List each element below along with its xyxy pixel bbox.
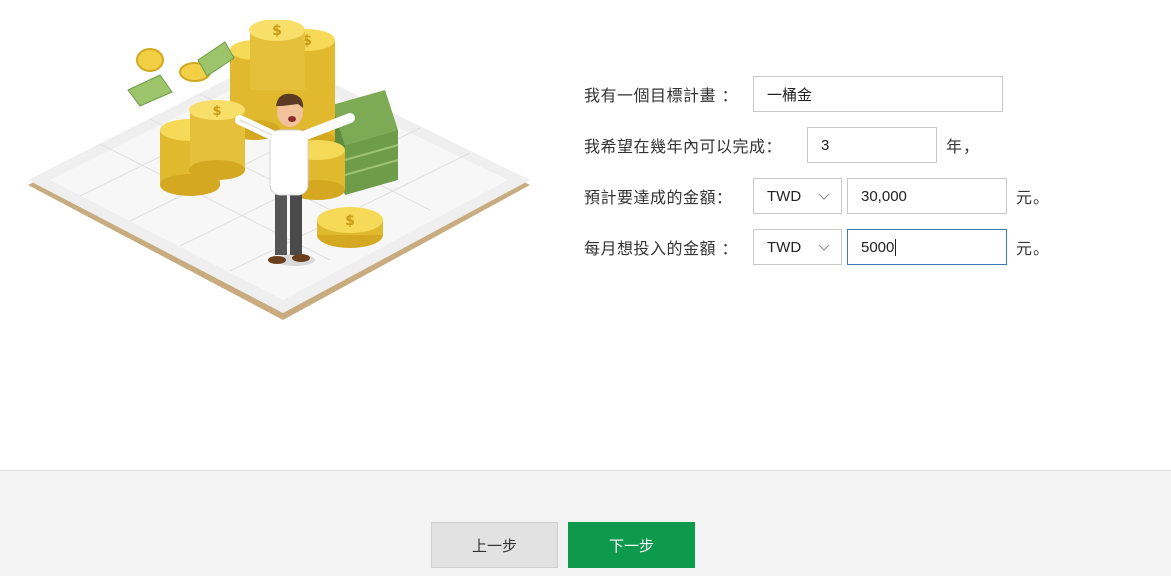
next-step-button[interactable]: 下一步: [568, 522, 695, 568]
monthly-amount-value: 5000: [861, 238, 895, 256]
goal-label: 我有一個目標計畫 ：: [584, 86, 739, 105]
target-amount-input[interactable]: [847, 178, 1007, 214]
goal-planner-page: $ $ $ $ 我有一個目標計畫 ： 一桶金 我希望在幾年內可以完成： 3 年，…: [0, 0, 1171, 576]
target-amount-suffix: 元。: [1016, 188, 1051, 207]
monthly-amount-label: 每月想投入的金額 ：: [584, 239, 739, 258]
years-suffix: 年，: [946, 137, 981, 156]
monthly-amount-input[interactable]: 5000: [847, 229, 1007, 265]
target-amount-row: 預計要達成的金額： TWD 元。: [584, 178, 1050, 214]
target-currency-select[interactable]: TWD: [753, 178, 842, 214]
monthly-currency-value: TWD: [767, 238, 802, 256]
target-currency-value: TWD: [767, 187, 802, 205]
monthly-currency-select[interactable]: TWD: [753, 229, 842, 265]
years-row: 我希望在幾年內可以完成： 年，: [584, 127, 980, 163]
money-goal-illustration: $ $ $ $: [28, 20, 530, 320]
goal-row: 我有一個目標計畫 ：: [584, 76, 1003, 112]
svg-text:$: $: [345, 213, 355, 229]
years-label: 我希望在幾年內可以完成：: [584, 137, 783, 156]
monthly-amount-suffix: 元。: [1016, 239, 1051, 258]
chevron-down-icon: [818, 193, 830, 200]
monthly-amount-row: 每月想投入的金額 ： TWD 5000 元。: [584, 229, 1050, 265]
prev-step-button[interactable]: 上一步: [431, 522, 558, 568]
years-input[interactable]: [807, 127, 937, 163]
svg-text:$: $: [272, 23, 282, 39]
footer-bar: 上一步 下一步: [0, 470, 1171, 576]
target-amount-label: 預計要達成的金額：: [584, 188, 733, 207]
text-cursor: [895, 238, 897, 256]
svg-text:$: $: [212, 104, 221, 119]
goal-input[interactable]: [753, 76, 1003, 112]
chevron-down-icon: [818, 244, 830, 251]
